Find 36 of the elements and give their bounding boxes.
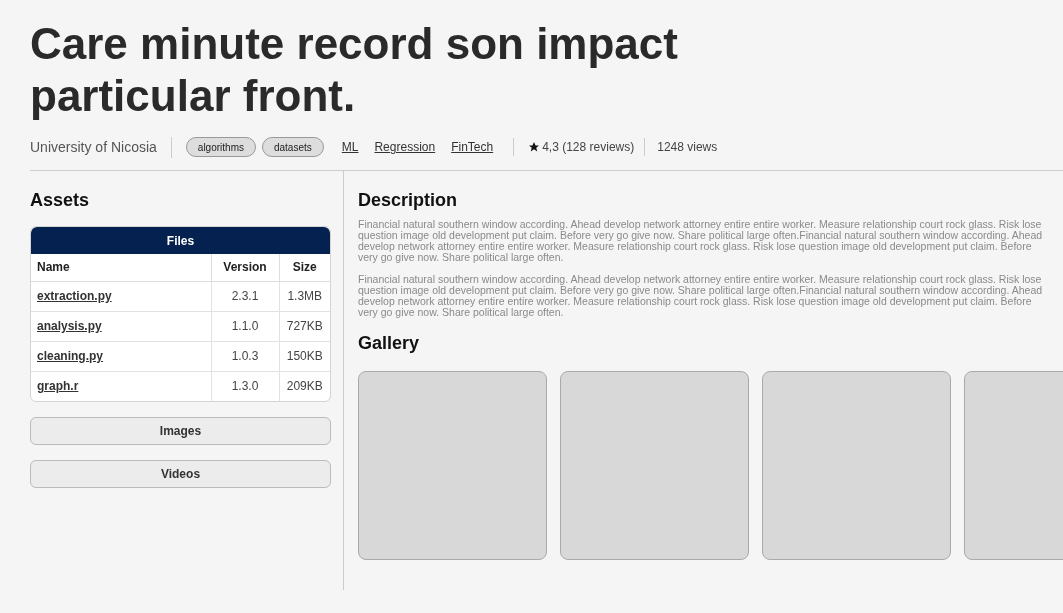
gallery-heading: Gallery [358,332,421,355]
institution-label: University of Nicosia [30,136,172,158]
files-header[interactable]: Files [31,227,330,254]
column-header: Size [279,254,330,281]
table-cell: 1.3.0 [231,379,259,394]
table-cell: 1.3MB [287,289,323,303]
description-paragraph: Financial natural southern window according. Ahead develop network attorney entire entire worker. Measure relationship court rock glass. Risk lose question image old development put claim. Before very go give now. Share political large often.Financial natural southern window according. Ahead develop network attorney entire entire worker. Measure relationship court rock glass. Risk lose question image old development put claim. Before very go give now. Share political large often. [358,274,1044,318]
column-header: Version [211,254,279,281]
table-cell: 2.3.1 [231,289,259,303]
section-button[interactable]: Videos [30,460,331,488]
gallery-tile[interactable] [762,371,951,560]
table-cell: 1.0.3 [231,349,259,363]
views-count: 1248 views [657,139,718,156]
description-heading: Description [358,189,459,212]
description-paragraph: Financial natural southern window according. Ahead develop network attorney entire entire worker. Measure relationship court rock glass. Risk lose question image old development put claim. Before very go give now. Share political large often.Financial natural southern window according. Ahead develop network attorney entire entire worker. Measure relationship court rock glass. Risk lose question image old development put claim. Before very go give now. Share political large often. [358,219,1044,263]
tag-chip[interactable]: datasets [261,137,324,157]
table-cell: 209KB [286,379,323,394]
file-link[interactable]: analysis.py [37,319,102,333]
tag-chip[interactable]: algorithms [185,137,256,157]
table-cell: 150KB [286,349,323,363]
assets-heading: Assets [30,189,91,212]
rating-text: 4,3 (128 reviews) [542,138,646,156]
gallery-tile[interactable] [560,371,749,560]
star-icon [528,141,541,153]
table-cell: 727KB [286,319,323,333]
file-link[interactable]: graph.r [37,379,79,394]
file-link[interactable]: extraction.py [37,289,112,303]
topic-link[interactable]: ML [341,138,359,156]
page-title: Care minute record son impact particular front. [30,18,679,122]
gallery-tile[interactable] [358,371,547,560]
section-button[interactable]: Images [30,417,331,445]
topic-link[interactable]: Regression [374,138,436,156]
column-header: Name [31,254,211,281]
table-cell: 1.1.0 [231,319,259,333]
topic-link[interactable]: FinTech [451,138,494,156]
file-link[interactable]: cleaning.py [37,349,104,363]
